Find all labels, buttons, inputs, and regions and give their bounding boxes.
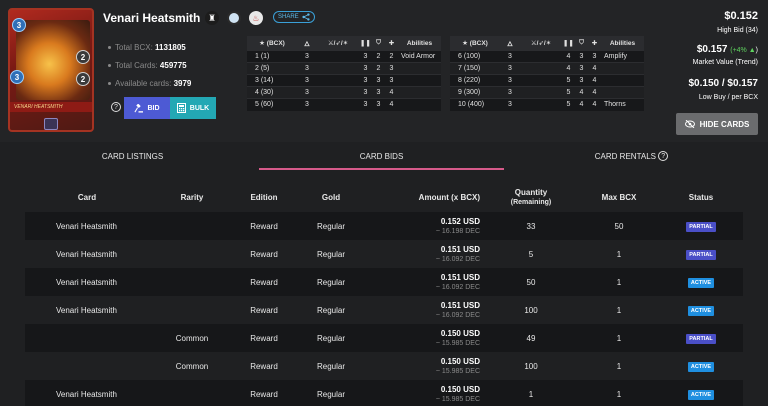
bulk-button[interactable]: BULK [170,97,216,119]
abilities-col: Abilities [601,36,644,51]
available-cards: Available cards: 3979 [108,79,191,88]
table-row[interactable]: Venari Heatsmith Reward Regular 0.150 US… [25,380,743,406]
bids-table: Card Rarity Edition Gold Amount (x BCX) … [25,182,743,406]
armor-col-icon: ⛉ [575,36,588,51]
low-buy-value: $0.150 / $0.157 [688,78,758,89]
table-row[interactable]: Venari Heatsmith Reward Regular 0.151 US… [25,240,743,268]
high-bid-value: $0.152 [724,10,758,22]
table-row[interactable]: Venari Heatsmith Reward Regular 0.151 US… [25,296,743,324]
level-row: 5 (60) 3 3 3 4 [247,98,441,111]
col-card: Card [77,192,97,202]
total-cards: Total Cards: 459775 [108,61,187,70]
share-label: SHARE [278,14,299,20]
calculator-icon [176,103,186,113]
status-badge: ACTIVE [687,389,715,400]
card-edition-icon [44,118,58,130]
card-image[interactable]: 3 2 3 2 VENARI HEATSMITH [8,8,94,132]
bcx-col: ★ (BCX) [450,36,500,51]
market-value: $0.157 (+4% ▲) [696,44,758,55]
table-row[interactable]: Venari Heatsmith Reward Regular 0.152 US… [25,212,743,240]
level-row: 9 (300) 3 5 4 4 [450,86,644,99]
level-row: 8 (220) 3 5 3 4 [450,74,644,87]
share-icon [302,13,310,21]
levels-table-right: ★ (BCX) 🜂 ⚔/➶/✶ ❚❚ ⛉ ✚ Abilities 6 (100)… [450,36,644,111]
high-bid-label: High Bid (34) [717,27,758,34]
armor-col-icon: ⛉ [372,36,385,51]
hide-cards-button[interactable]: HIDE CARDS [676,113,758,135]
status-badge: ACTIVE [687,305,715,316]
tab-card-rentals[interactable]: CARD RENTALS ? [509,142,754,170]
attack-col-icon: ⚔/➶/✶ [520,36,562,51]
col-status: Status [688,192,714,202]
level-row: 3 (14) 3 3 3 3 [247,74,441,87]
speed-gem: 3 [10,70,24,84]
attack-col-icon: ⚔/➶/✶ [317,36,359,51]
eye-slash-icon [684,120,695,128]
bid-button[interactable]: BID [124,97,170,119]
status-badge: PARTIAL [686,221,716,232]
health-gem: 2 [76,72,90,86]
col-rarity: Rarity [180,192,204,202]
levels-table-left: ★ (BCX) 🜂 ⚔/➶/✶ ❚❚ ⛉ ✚ Abilities 1 (1) 3 3… [247,36,441,111]
attack-gem: 2 [76,50,90,64]
market-tabs: CARD LISTINGS CARD BIDS CARD RENTALS ? [0,142,768,170]
col-quantity: Quantity (Remaining) [510,188,552,206]
health-col-icon: ✚ [385,36,398,51]
mana-gem: 3 [12,18,26,32]
abilities-col: Abilities [398,36,441,51]
table-row[interactable]: Venari Heatsmith Reward Regular 0.151 US… [25,268,743,296]
share-button[interactable]: SHARE [273,11,315,23]
mana-col-icon: 🜂 [500,36,520,51]
col-amount: Amount (x BCX) [418,192,480,202]
status-badge: ACTIVE [687,361,715,372]
help-icon[interactable]: ? [658,151,669,161]
fire-element-icon: ♨ [249,11,263,25]
level-row: 2 (5) 3 3 2 3 [247,62,441,75]
table-row[interactable]: Common Reward Regular 0.150 USD ~ 15.985 … [25,352,743,380]
bcx-col: ★ (BCX) [247,36,297,51]
bids-header-row: Card Rarity Edition Gold Amount (x BCX) … [25,182,743,212]
low-buy-label: Low Buy / per BCX [698,94,758,101]
speed-col-icon: ❚❚ [359,36,372,51]
mana-col-icon: 🜂 [297,36,317,51]
total-bcx: Total BCX: 1131805 [108,43,186,52]
card-details-panel: 3 2 3 2 VENARI HEATSMITH Venari Heatsmit… [0,0,768,142]
status-badge: PARTIAL [686,249,716,260]
tab-card-listings[interactable]: CARD LISTINGS [10,142,255,170]
card-title: Venari Heatsmith [103,11,201,25]
health-col-icon: ✚ [588,36,601,51]
level-row: 6 (100) 3 4 3 3 Amplify [450,50,644,63]
level-row: 1 (1) 3 3 2 2 Void Armor [247,50,441,63]
tab-card-bids[interactable]: CARD BIDS [259,142,504,170]
status-badge: ACTIVE [687,277,715,288]
level-row: 4 (30) 3 3 3 4 [247,86,441,99]
status-badge: PARTIAL [686,333,716,344]
col-edition: Edition [250,192,278,202]
gavel-icon [134,103,144,113]
monster-type-icon: ♜ [205,11,219,25]
trend-up-icon: ▲ [746,47,756,54]
table-row[interactable]: Common Reward Regular 0.150 USD ~ 15.985 … [25,324,743,352]
card-name-banner: VENARI HEATSMITH [10,102,92,112]
level-row: 10 (400) 3 5 4 4 Thorns [450,98,644,111]
help-icon[interactable]: ? [111,102,121,112]
speed-col-icon: ❚❚ [562,36,575,51]
col-max-bcx: Max BCX [601,192,637,202]
col-gold: Gold [321,192,341,202]
element-icon [227,11,241,25]
market-value-label: Market Value (Trend) [692,59,758,66]
level-row: 7 (150) 3 4 3 4 [450,62,644,75]
